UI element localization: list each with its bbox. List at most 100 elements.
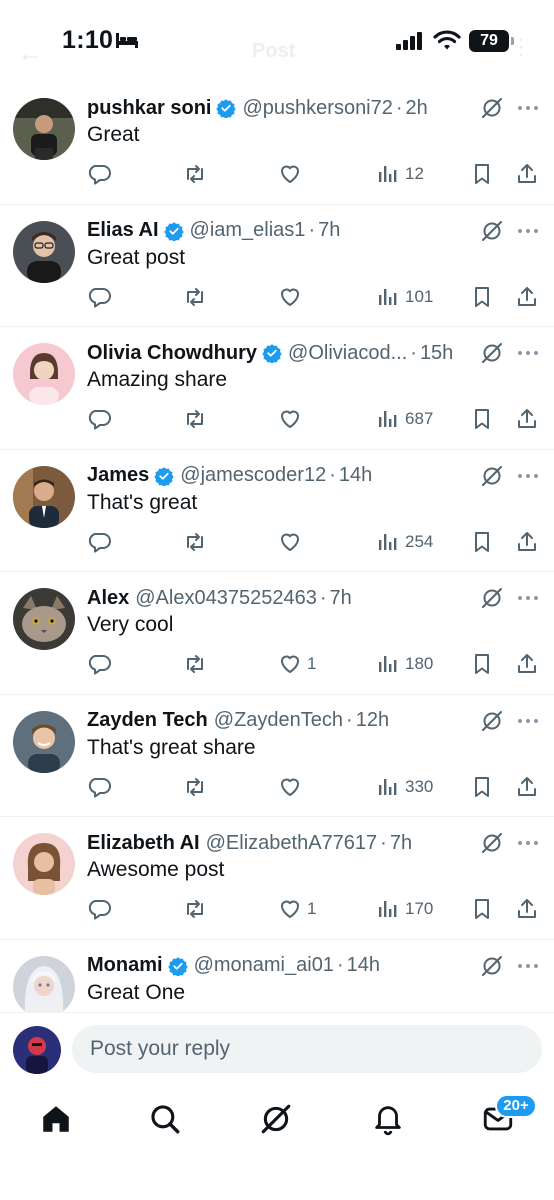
repost-button[interactable] [183, 650, 207, 678]
reply-button[interactable] [87, 650, 111, 678]
repost-button[interactable] [183, 528, 207, 556]
grok-icon[interactable] [480, 219, 504, 243]
like-button[interactable] [278, 160, 307, 188]
grok-icon[interactable] [480, 96, 504, 120]
views-button[interactable]: 180 [376, 650, 433, 678]
view-count: 254 [405, 531, 434, 551]
reply-item[interactable]: pushkar soni @pushkersoni72 · 2h Great 1… [0, 82, 554, 205]
author-handle[interactable]: @ElizabethA77617 [206, 832, 378, 855]
author-handle[interactable]: @pushkersoni72 [242, 97, 392, 120]
like-button[interactable] [278, 528, 307, 556]
author-handle[interactable]: @ZaydenTech [214, 709, 343, 732]
avatar[interactable] [13, 98, 75, 160]
reply-button[interactable] [87, 895, 111, 923]
views-button[interactable]: 254 [376, 528, 433, 556]
reply-item[interactable]: Elias AI @iam_elias1 · 7h Great post 101 [0, 205, 554, 327]
tab-notifications[interactable] [371, 1102, 407, 1138]
more-options-icon[interactable] [516, 98, 540, 118]
share-button[interactable] [515, 160, 539, 188]
avatar[interactable] [13, 220, 75, 283]
bookmark-button[interactable] [470, 773, 494, 801]
author-handle[interactable]: @Oliviacod... [288, 342, 407, 365]
avatar[interactable] [13, 833, 75, 895]
views-button[interactable]: 170 [376, 895, 433, 923]
like-button[interactable]: 1 [278, 650, 316, 678]
author-handle[interactable]: @jamescoder12 [180, 464, 326, 487]
like-button[interactable] [278, 405, 307, 433]
reply-button[interactable] [87, 405, 111, 433]
repost-button[interactable] [183, 773, 207, 801]
avatar[interactable] [13, 588, 75, 650]
author-name[interactable]: Alex [87, 587, 129, 610]
reply-button[interactable] [87, 160, 111, 188]
reply-item[interactable]: Zayden Tech @ZaydenTech · 12h That's gre… [0, 695, 554, 817]
bookmark-button[interactable] [470, 405, 494, 433]
tab-grok[interactable] [259, 1102, 295, 1138]
reply-input[interactable] [72, 1025, 542, 1073]
author-handle[interactable]: @iam_elias1 [190, 219, 306, 242]
more-options-icon[interactable] [516, 221, 540, 241]
bookmark-button[interactable] [470, 650, 494, 678]
more-options-icon[interactable] [516, 588, 540, 608]
author-name[interactable]: Elias AI [87, 219, 159, 242]
grok-icon[interactable] [480, 464, 504, 488]
views-button[interactable]: 330 [376, 773, 433, 801]
repost-button[interactable] [183, 160, 207, 188]
search-icon [151, 1105, 180, 1134]
grok-icon[interactable] [480, 586, 504, 610]
reply-item[interactable]: Monami @monami_ai01 · 14h Great One [0, 940, 554, 1012]
reply-item[interactable]: Elizabeth AI @ElizabethA77617 · 7h Aweso… [0, 817, 554, 940]
reply-button[interactable] [87, 773, 111, 801]
reply-item[interactable]: James @jamescoder12 · 14h That's great 2… [0, 450, 554, 572]
avatar[interactable] [13, 343, 75, 405]
like-button[interactable] [278, 283, 307, 311]
bookmark-button[interactable] [470, 895, 494, 923]
reply-item[interactable]: Olivia Chowdhury @Oliviacod... · 15h Ama… [0, 327, 554, 450]
more-options-icon[interactable] [516, 711, 540, 731]
avatar[interactable] [13, 955, 75, 1012]
grok-icon[interactable] [480, 709, 504, 733]
author-name[interactable]: Zayden Tech [87, 709, 208, 732]
more-options-icon[interactable] [516, 956, 540, 976]
reply-item[interactable]: Alex @Alex04375252463 · 7h Very cool 1 1… [0, 572, 554, 695]
repost-button[interactable] [183, 895, 207, 923]
grok-icon[interactable] [480, 831, 504, 855]
reply-button[interactable] [87, 528, 111, 556]
share-button[interactable] [515, 405, 539, 433]
views-button[interactable]: 687 [376, 405, 433, 433]
like-button[interactable]: 1 [278, 895, 316, 923]
share-button[interactable] [515, 283, 539, 311]
back-arrow-icon[interactable]: ← [18, 40, 42, 68]
share-button[interactable] [515, 773, 539, 801]
author-name[interactable]: Monami [87, 954, 163, 977]
repost-button[interactable] [183, 283, 207, 311]
more-options-icon[interactable] [516, 466, 540, 486]
bookmark-button[interactable] [470, 528, 494, 556]
replies-feed[interactable]: pushkar soni @pushkersoni72 · 2h Great 1… [0, 82, 554, 1012]
reply-button[interactable] [87, 283, 111, 311]
share-button[interactable] [515, 650, 539, 678]
avatar[interactable] [13, 710, 75, 773]
author-handle[interactable]: @monami_ai01 [194, 954, 334, 977]
tab-home[interactable] [39, 1102, 75, 1138]
author-name[interactable]: pushkar soni [87, 97, 211, 120]
my-avatar[interactable] [13, 1026, 61, 1074]
like-button[interactable] [278, 773, 307, 801]
views-button[interactable]: 12 [376, 160, 424, 188]
more-options-icon[interactable] [516, 833, 540, 853]
avatar[interactable] [13, 465, 75, 528]
share-button[interactable] [515, 528, 539, 556]
grok-icon[interactable] [480, 954, 504, 978]
more-options-icon[interactable] [516, 343, 540, 363]
author-handle[interactable]: @Alex04375252463 [135, 587, 317, 610]
bookmark-button[interactable] [470, 160, 494, 188]
author-name[interactable]: James [87, 464, 149, 487]
views-button[interactable]: 101 [376, 283, 433, 311]
grok-icon[interactable] [480, 341, 504, 365]
share-button[interactable] [515, 895, 539, 923]
tab-search[interactable] [148, 1102, 184, 1138]
author-name[interactable]: Elizabeth AI [87, 832, 200, 855]
bookmark-button[interactable] [470, 283, 494, 311]
author-name[interactable]: Olivia Chowdhury [87, 342, 257, 365]
repost-button[interactable] [183, 405, 207, 433]
